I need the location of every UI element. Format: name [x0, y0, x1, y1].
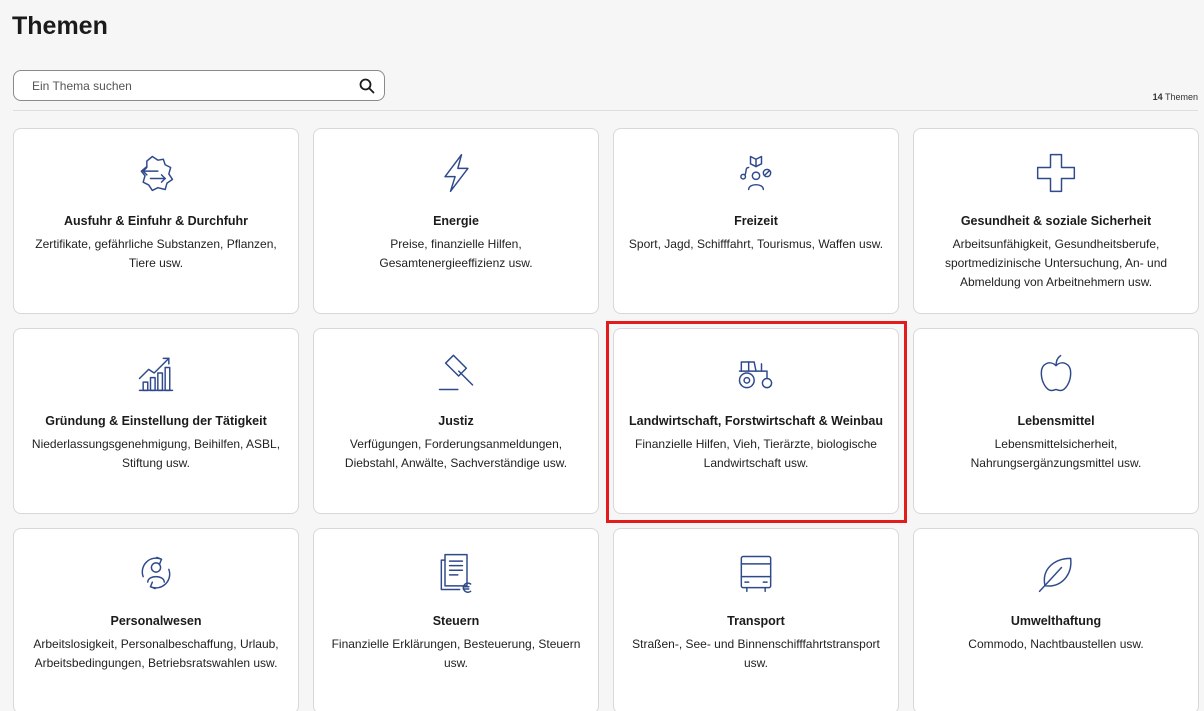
- page-title: Themen: [12, 12, 108, 40]
- topic-title: Gründung & Einstellung der Tätigkeit: [45, 414, 267, 428]
- topic-title: Umwelthaftung: [1010, 614, 1102, 628]
- topic-card-energie[interactable]: Energie Preise, finanzielle Hilfen, Gesa…: [313, 128, 599, 314]
- topic-count-label: Themen: [1164, 92, 1198, 102]
- search-input[interactable]: [14, 71, 350, 100]
- topic-card-ausfuhr[interactable]: Ausfuhr & Einfuhr & Durchfuhr Zertifikat…: [13, 128, 299, 314]
- topic-description: Commodo, Nachtbaustellen usw.: [968, 637, 1144, 651]
- tractor-icon: [730, 347, 782, 399]
- topic-description: Straßen-, See- und Binnenschifffahrtstra…: [632, 637, 880, 670]
- topic-title: Steuern: [432, 614, 480, 628]
- topic-description: Finanzielle Erklärungen, Besteuerung, St…: [331, 637, 581, 670]
- person-cycle-icon: [130, 547, 182, 599]
- growth-chart-icon: [130, 347, 182, 399]
- topic-description: Arbeitslosigkeit, Personalbeschaffung, U…: [33, 637, 279, 670]
- search-button[interactable]: [350, 71, 384, 100]
- topic-title: Landwirtschaft, Forstwirtschaft & Weinba…: [629, 414, 883, 428]
- topic-card-freizeit[interactable]: Freizeit Sport, Jagd, Schifffahrt, Touri…: [613, 128, 899, 314]
- topic-card-landwirtschaft[interactable]: Landwirtschaft, Forstwirtschaft & Weinba…: [613, 328, 899, 514]
- topic-description: Niederlassungsgenehmigung, Beihilfen, AS…: [31, 437, 281, 470]
- tax-document-icon: [430, 547, 482, 599]
- topic-count: 14 Themen: [1153, 92, 1198, 102]
- topic-card-justiz[interactable]: Justiz Verfügungen, Forderungsanmeldunge…: [313, 328, 599, 514]
- bus-icon: [730, 547, 782, 599]
- leisure-icon: [730, 147, 782, 199]
- topic-card-lebensmittel[interactable]: Lebensmittel Lebensmittelsicherheit, Nah…: [913, 328, 1199, 514]
- apple-icon: [1030, 347, 1082, 399]
- topic-title: Transport: [727, 614, 785, 628]
- topic-description: Preise, finanzielle Hilfen, Gesamtenergi…: [379, 237, 533, 270]
- topics-grid: Ausfuhr & Einfuhr & Durchfuhr Zertifikat…: [13, 128, 1199, 711]
- topic-title: Personalwesen: [110, 614, 202, 628]
- medical-cross-icon: [1030, 147, 1082, 199]
- lightning-icon: [430, 147, 482, 199]
- divider: [13, 110, 1198, 111]
- topic-card-gruendung[interactable]: Gründung & Einstellung der Tätigkeit Nie…: [13, 328, 299, 514]
- topic-card-umwelthaftung[interactable]: Umwelthaftung Commodo, Nachtbaustellen u…: [913, 528, 1199, 711]
- topic-title: Justiz: [438, 414, 474, 428]
- topic-count-number: 14: [1152, 92, 1163, 102]
- topic-description: Zertifikate, gefährliche Substanzen, Pfl…: [35, 237, 277, 270]
- search-icon: [359, 78, 375, 93]
- topic-title: Ausfuhr & Einfuhr & Durchfuhr: [63, 214, 248, 228]
- search-box: [13, 70, 385, 101]
- topic-description: Arbeitsunfähigkeit, Gesundheitsberufe, s…: [944, 237, 1168, 289]
- topic-card-gesundheit[interactable]: Gesundheit & soziale Sicherheit Arbeitsu…: [913, 128, 1199, 314]
- topic-card-personalwesen[interactable]: Personalwesen Arbeitslosigkeit, Personal…: [13, 528, 299, 711]
- topic-description: Finanzielle Hilfen, Vieh, Tierärzte, bio…: [635, 437, 877, 470]
- topic-title: Gesundheit & soziale Sicherheit: [960, 214, 1152, 228]
- gavel-icon: [430, 347, 482, 399]
- topic-card-transport[interactable]: Transport Straßen-, See- und Binnenschif…: [613, 528, 899, 711]
- topic-title: Energie: [433, 214, 479, 228]
- topic-card-steuern[interactable]: Steuern Finanzielle Erklärungen, Besteue…: [313, 528, 599, 711]
- topic-description: Sport, Jagd, Schifffahrt, Tourismus, Waf…: [628, 237, 884, 251]
- leaf-icon: [1030, 547, 1082, 599]
- map-arrows-icon: [130, 147, 182, 199]
- topic-title: Lebensmittel: [1017, 414, 1095, 428]
- topic-title: Freizeit: [734, 214, 778, 228]
- topic-description: Lebensmittelsicherheit, Nahrungsergänzun…: [970, 437, 1142, 470]
- topic-description: Verfügungen, Forderungsanmeldungen, Dieb…: [344, 437, 568, 470]
